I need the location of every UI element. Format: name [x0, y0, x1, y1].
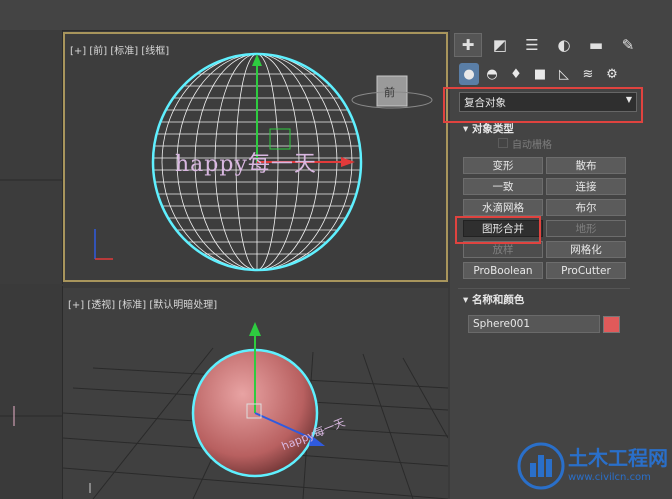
display-icon: ▬	[588, 36, 604, 54]
motion-tab[interactable]: ◐	[550, 33, 578, 57]
front-text-object: happy每一天	[175, 152, 317, 177]
terrain-button[interactable]: 地形	[546, 220, 626, 237]
object-type-title: 对象类型	[471, 123, 514, 135]
watermark-title: 土木工程网	[568, 446, 668, 470]
lights-subtab[interactable]: ♦	[506, 63, 526, 85]
mesher-button[interactable]: 网格化	[546, 241, 626, 258]
shapes-icon: ◓	[486, 66, 498, 82]
procutter-button[interactable]: ProCutter	[546, 262, 626, 279]
geometry-subtab[interactable]: ●	[459, 63, 479, 85]
viewport-left[interactable]	[0, 30, 63, 284]
modify-tab[interactable]: ◩	[486, 33, 514, 57]
auto-grid-checkbox[interactable]	[498, 138, 508, 148]
connect-button[interactable]: 连接	[546, 178, 626, 195]
collapse-triangle-icon: ▾	[463, 294, 469, 306]
highlight-shapemerge-box	[455, 216, 541, 244]
conform-button[interactable]: 一致	[463, 178, 543, 195]
create-tab[interactable]: ✚	[454, 33, 482, 57]
name-color-rollout-header[interactable]: ▾ 名称和颜色	[463, 292, 524, 307]
object-color-swatch[interactable]	[603, 316, 620, 333]
collapse-triangle-icon: ▾	[463, 123, 469, 135]
spacewarps-subtab[interactable]: ≋	[578, 63, 598, 85]
watermark-logo	[517, 442, 565, 490]
watermark: 土木工程网 www.civilcn.com	[510, 436, 672, 499]
wrench-icon: ✎	[621, 36, 635, 54]
auto-grid-label: 自动栅格	[512, 140, 552, 151]
hierarchy-icon: ☰	[525, 36, 539, 54]
viewport-perspective[interactable]: [+] [透视] [标准] [默认明暗处理] happy每一天	[63, 288, 448, 499]
blobmesh-button[interactable]: 水滴网格	[463, 199, 543, 216]
spacewarp-icon: ≋	[582, 66, 594, 82]
helpers-subtab[interactable]: ◺	[554, 63, 574, 85]
systems-subtab[interactable]: ⚙	[602, 63, 622, 85]
object-name-field[interactable]: Sphere001	[468, 315, 600, 333]
viewcube-label[interactable]: 前	[384, 84, 395, 100]
perspective-scene	[63, 322, 448, 499]
sphere-icon: ●	[463, 66, 475, 82]
name-color-title: 名称和颜色	[471, 294, 525, 306]
display-tab[interactable]: ▬	[582, 33, 610, 57]
hierarchy-tab[interactable]: ☰	[518, 33, 546, 57]
shapes-subtab[interactable]: ◓	[482, 63, 502, 85]
viewport-top-left[interactable]	[0, 286, 63, 499]
motion-icon: ◐	[557, 36, 571, 54]
viewport-front[interactable]: [+] [前] [标准] [线框] 前 happy每一天	[63, 32, 448, 282]
helper-icon: ◺	[559, 66, 569, 82]
light-icon: ♦	[510, 66, 522, 82]
main-toolbar	[0, 0, 672, 31]
modify-icon: ◩	[492, 36, 508, 54]
cameras-subtab[interactable]: ■	[530, 63, 550, 85]
plus-icon: ✚	[461, 36, 475, 54]
watermark-url: www.civilcn.com	[568, 472, 651, 483]
boolean-button[interactable]: 布尔	[546, 199, 626, 216]
highlight-dropdown-box	[443, 87, 643, 123]
scatter-button[interactable]: 散布	[546, 157, 626, 174]
proboolean-button[interactable]: ProBoolean	[463, 262, 543, 279]
utilities-tab[interactable]: ✎	[614, 33, 642, 57]
morph-button[interactable]: 变形	[463, 157, 543, 174]
rollout-divider	[458, 288, 630, 289]
systems-icon: ⚙	[606, 66, 618, 82]
camera-icon: ■	[533, 66, 547, 82]
object-type-rollout-header[interactable]: ▾ 对象类型	[463, 121, 514, 136]
